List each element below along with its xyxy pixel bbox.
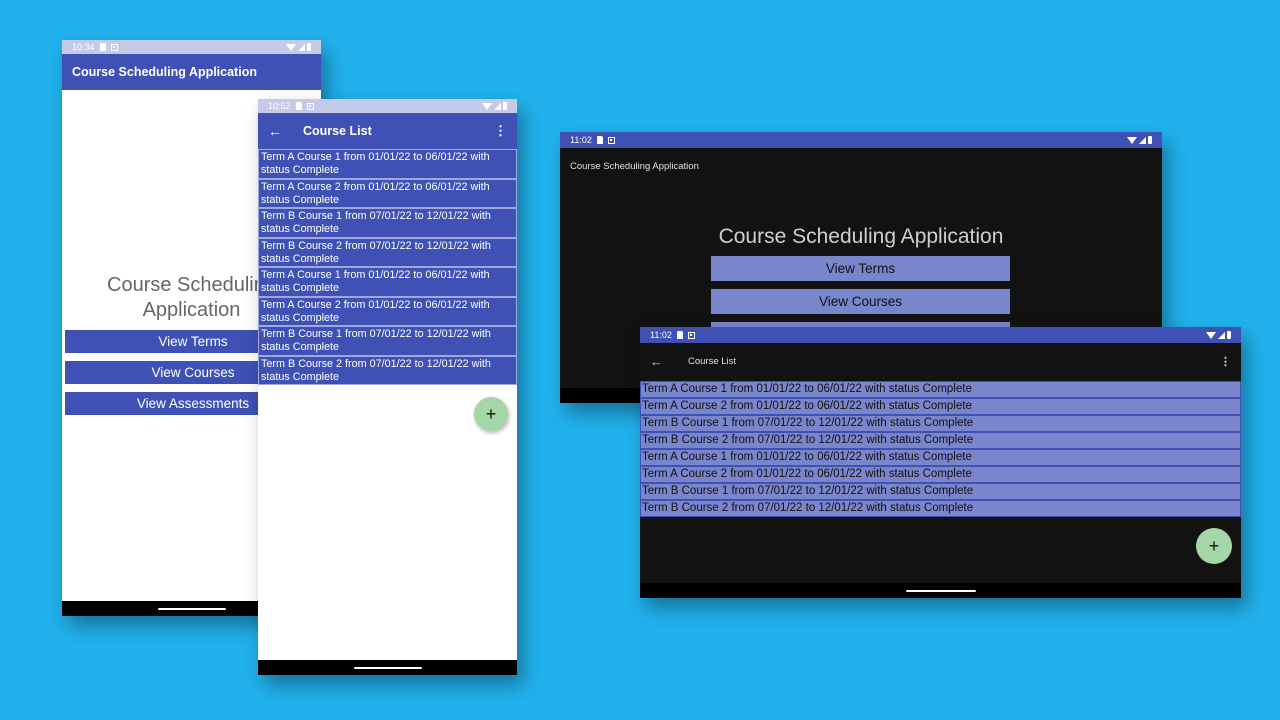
app-bar: Course Scheduling Application	[62, 54, 321, 90]
page-title: Course List	[303, 124, 372, 138]
status-time: 10:52	[268, 101, 291, 111]
sd-card-icon	[295, 102, 302, 110]
app-title: Course Scheduling Application	[72, 65, 257, 79]
signal-icon	[298, 43, 305, 51]
sd-card-icon	[596, 136, 603, 144]
battery-icon	[307, 43, 311, 51]
wifi-icon	[1206, 331, 1216, 339]
wifi-icon	[1127, 136, 1137, 144]
notification-icon	[687, 331, 695, 339]
navigation-bar	[258, 660, 517, 675]
status-time: 10:34	[72, 42, 95, 52]
phone-course-list-screen: 10:52 ← Course List ⋮ Term A Course 1 fr…	[258, 99, 517, 675]
battery-icon	[1148, 136, 1152, 144]
signal-icon	[494, 102, 501, 110]
course-list-item[interactable]: Term A Course 1 from 01/01/22 to 06/01/2…	[640, 381, 1241, 398]
wifi-icon	[482, 102, 492, 110]
overflow-menu-icon[interactable]: ⋮	[494, 123, 507, 139]
course-list-item[interactable]: Term B Course 2 from 07/01/22 to 12/01/2…	[258, 355, 517, 385]
status-bar: 11:02	[560, 132, 1162, 148]
back-arrow-icon[interactable]: ←	[268, 123, 303, 139]
app-bar: Course Scheduling Application	[560, 148, 1162, 184]
app-bar: ← Course List ⋮	[258, 113, 517, 149]
page-heading: Course Scheduling Application	[718, 225, 1004, 248]
course-list-item[interactable]: Term A Course 1 from 01/01/22 to 06/01/2…	[640, 449, 1241, 466]
home-gesture-handle[interactable]	[353, 666, 422, 669]
course-list-item[interactable]: Term B Course 2 from 07/01/22 to 12/01/2…	[258, 237, 517, 267]
course-list-item[interactable]: Term A Course 1 from 01/01/22 to 06/01/2…	[258, 267, 517, 297]
course-list-item[interactable]: Term A Course 2 from 01/01/22 to 06/01/2…	[258, 296, 517, 326]
wifi-icon	[286, 43, 296, 51]
signal-icon	[1218, 331, 1225, 339]
course-list-item[interactable]: Term B Course 1 from 07/01/22 to 12/01/2…	[640, 415, 1241, 432]
sd-card-icon	[99, 43, 106, 51]
add-course-button[interactable]: +	[474, 397, 508, 431]
add-course-button[interactable]: +	[1196, 528, 1232, 564]
status-time: 11:02	[570, 135, 592, 145]
course-list-item[interactable]: Term B Course 1 from 07/01/22 to 12/01/2…	[258, 208, 517, 238]
course-list: Term A Course 1 from 01/01/22 to 06/01/2…	[640, 381, 1241, 517]
app-title: Course Scheduling Application	[570, 160, 699, 172]
plus-icon: +	[485, 403, 497, 424]
home-gesture-handle[interactable]	[905, 589, 976, 592]
status-bar: 10:34	[62, 40, 321, 54]
signal-icon	[1139, 136, 1146, 144]
notification-icon	[306, 102, 314, 110]
course-list: Term A Course 1 from 01/01/22 to 06/01/2…	[258, 149, 517, 385]
course-list-item[interactable]: Term A Course 2 from 01/01/22 to 06/01/2…	[258, 178, 517, 208]
navigation-bar	[640, 583, 1241, 598]
course-list-item[interactable]: Term B Course 2 from 07/01/22 to 12/01/2…	[640, 432, 1241, 449]
home-gesture-handle[interactable]	[157, 607, 226, 610]
battery-icon	[503, 102, 507, 110]
course-list-item[interactable]: Term B Course 1 from 07/01/22 to 12/01/2…	[258, 326, 517, 356]
notification-icon	[607, 136, 615, 144]
course-list-item[interactable]: Term B Course 2 from 07/01/22 to 12/01/2…	[640, 500, 1241, 517]
view-terms-button[interactable]: View Terms	[711, 256, 1010, 281]
status-bar: 11:02	[640, 327, 1241, 343]
status-time: 11:02	[650, 330, 672, 340]
tablet-course-list-screen: 11:02 ← Course List ⋮ Term A Course 1 fr…	[640, 327, 1241, 598]
view-courses-button[interactable]: View Courses	[711, 289, 1010, 314]
app-bar: ← Course List ⋮	[640, 343, 1241, 379]
overflow-menu-icon[interactable]: ⋮	[1220, 355, 1231, 368]
course-list-item[interactable]: Term B Course 1 from 07/01/22 to 12/01/2…	[640, 483, 1241, 500]
course-list-item[interactable]: Term A Course 1 from 01/01/22 to 06/01/2…	[258, 149, 517, 179]
sd-card-icon	[676, 331, 683, 339]
notification-icon	[110, 43, 118, 51]
plus-icon: +	[1208, 535, 1220, 556]
status-bar: 10:52	[258, 99, 517, 113]
battery-icon	[1227, 331, 1231, 339]
course-list-item[interactable]: Term A Course 2 from 01/01/22 to 06/01/2…	[640, 398, 1241, 415]
course-list-item[interactable]: Term A Course 2 from 01/01/22 to 06/01/2…	[640, 466, 1241, 483]
page-title: Course List	[688, 355, 737, 367]
back-arrow-icon[interactable]: ←	[650, 354, 688, 369]
